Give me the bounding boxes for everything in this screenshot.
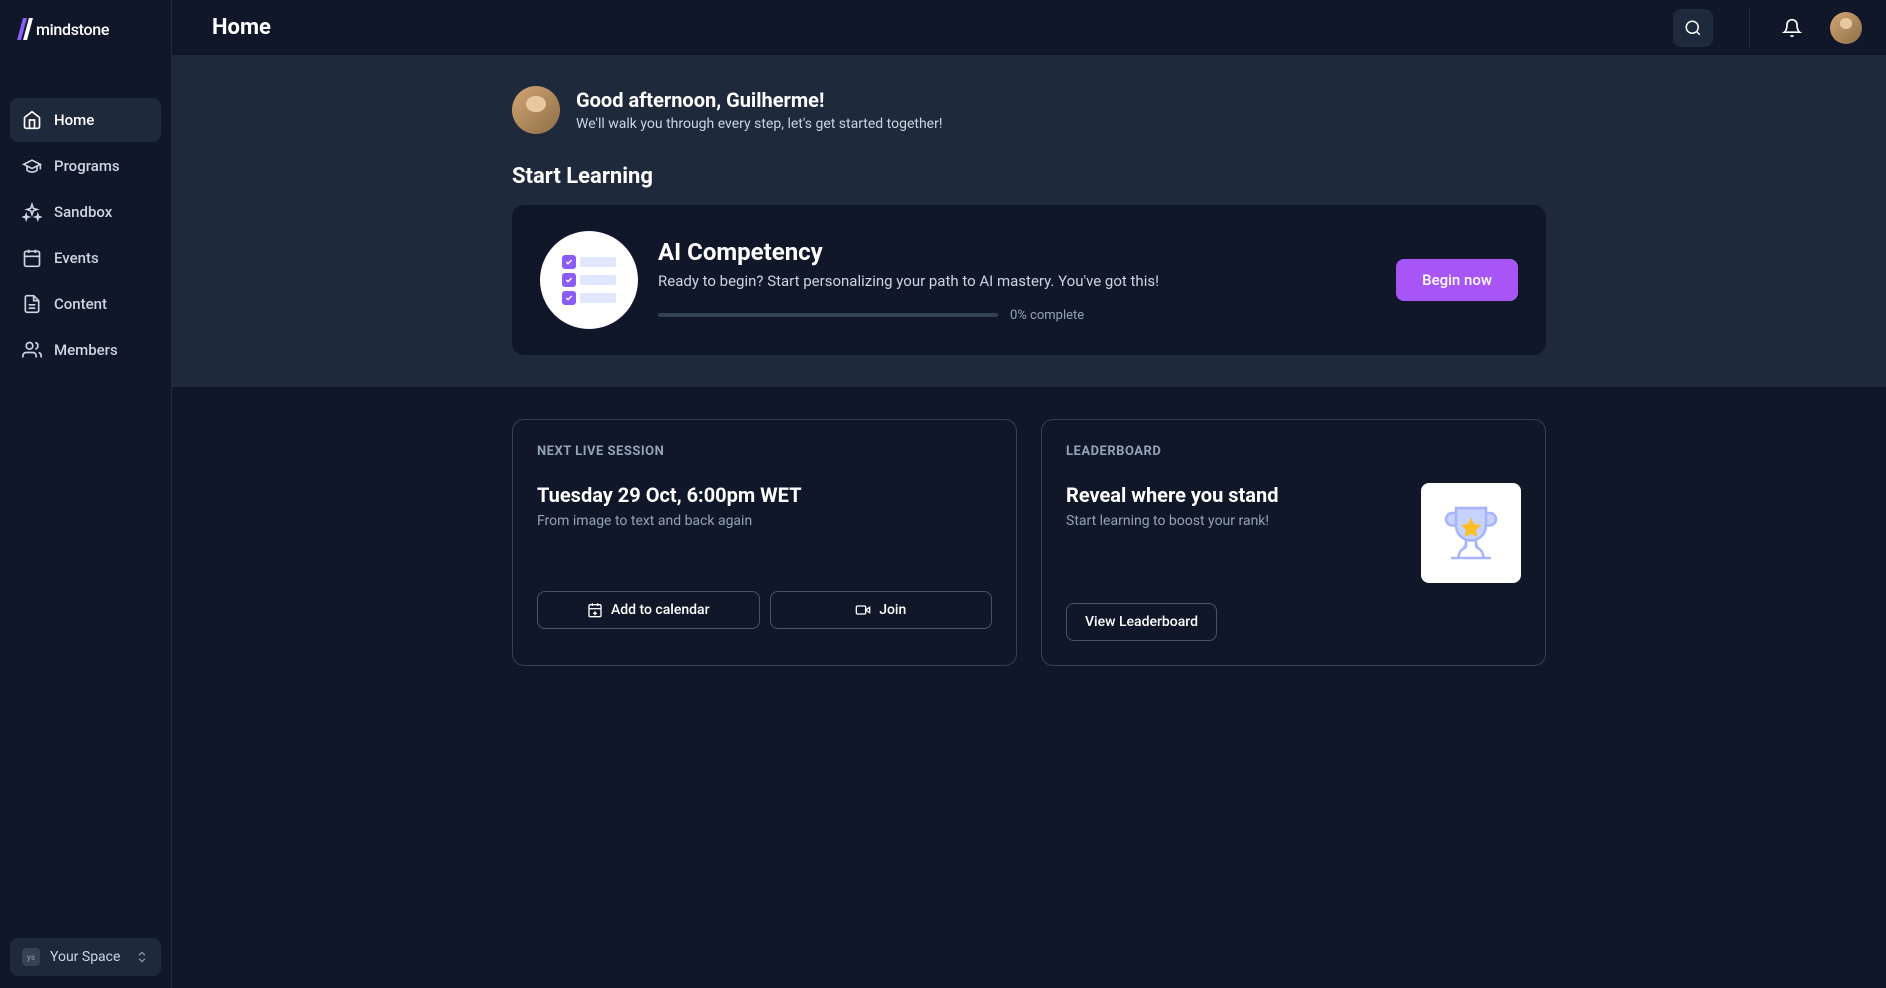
leaderboard-title: Reveal where you stand: [1066, 483, 1278, 507]
cards-section: NEXT LIVE SESSION Tuesday 29 Oct, 6:00pm…: [172, 387, 1886, 698]
main-content: Home: [172, 0, 1886, 988]
trophy-badge: [1421, 483, 1521, 583]
sidebar-item-programs[interactable]: Programs: [10, 144, 161, 188]
trophy-icon: [1441, 503, 1501, 563]
calendar-plus-icon: [587, 602, 603, 618]
add-calendar-label: Add to calendar: [611, 602, 710, 618]
sidebar-item-label: Events: [54, 249, 99, 267]
sidebar-item-label: Programs: [54, 157, 120, 175]
session-description: From image to text and back again: [537, 513, 992, 529]
competency-description: Ready to begin? Start personalizing your…: [658, 272, 1376, 290]
session-label: NEXT LIVE SESSION: [537, 444, 992, 459]
session-card: NEXT LIVE SESSION Tuesday 29 Oct, 6:00pm…: [512, 419, 1017, 666]
space-badge: ys: [22, 948, 40, 966]
begin-button[interactable]: Begin now: [1396, 259, 1518, 301]
sidebar-item-content[interactable]: Content: [10, 282, 161, 326]
hero-section: Good afternoon, Guilherme! We'll walk yo…: [172, 56, 1886, 387]
competency-title: AI Competency: [658, 238, 1376, 266]
sparkles-icon: [22, 202, 42, 222]
space-label: Your Space: [50, 949, 125, 965]
brand-name: mindstone: [36, 20, 109, 39]
search-button[interactable]: [1673, 9, 1713, 47]
join-label: Join: [879, 602, 906, 618]
page-title: Home: [212, 15, 271, 40]
chevron-sort-icon: [135, 950, 149, 964]
search-icon: [1684, 19, 1702, 37]
document-icon: [22, 294, 42, 314]
users-icon: [22, 340, 42, 360]
user-avatar[interactable]: [1830, 12, 1862, 44]
leaderboard-card: LEADERBOARD Reveal where you stand Start…: [1041, 419, 1546, 666]
sidebar-item-label: Content: [54, 295, 107, 313]
session-title: Tuesday 29 Oct, 6:00pm WET: [537, 483, 992, 507]
sidebar: mindstone Home Programs Sandbox: [0, 0, 172, 988]
main-nav: Home Programs Sandbox Events: [0, 58, 171, 382]
greeting-subtitle: We'll walk you through every step, let's…: [576, 116, 942, 132]
home-icon: [22, 110, 42, 130]
calendar-icon: [22, 248, 42, 268]
add-to-calendar-button[interactable]: Add to calendar: [537, 591, 760, 629]
sidebar-item-label: Home: [54, 111, 94, 129]
header-actions: [1673, 8, 1862, 48]
greeting: Good afternoon, Guilherme! We'll walk yo…: [512, 86, 1546, 134]
join-button[interactable]: Join: [770, 591, 993, 629]
section-title: Start Learning: [512, 164, 1546, 189]
logo-icon: [20, 18, 30, 40]
space-selector[interactable]: ys Your Space: [10, 938, 161, 976]
sidebar-item-sandbox[interactable]: Sandbox: [10, 190, 161, 234]
video-icon: [855, 602, 871, 618]
progress-label: 0% complete: [1010, 308, 1084, 323]
notifications-button[interactable]: [1776, 12, 1808, 44]
greeting-title: Good afternoon, Guilherme!: [576, 88, 942, 112]
greeting-avatar: [512, 86, 560, 134]
leaderboard-label: LEADERBOARD: [1066, 444, 1521, 459]
sidebar-item-label: Members: [54, 341, 118, 359]
sidebar-item-members[interactable]: Members: [10, 328, 161, 372]
graduation-icon: [22, 156, 42, 176]
content-area: Good afternoon, Guilherme! We'll walk yo…: [172, 56, 1886, 988]
bell-icon: [1782, 18, 1802, 38]
sidebar-item-home[interactable]: Home: [10, 98, 161, 142]
sidebar-item-label: Sandbox: [54, 203, 112, 221]
competency-icon: [540, 231, 638, 329]
competency-card: AI Competency Ready to begin? Start pers…: [512, 205, 1546, 355]
brand-logo[interactable]: mindstone: [0, 0, 171, 58]
view-leaderboard-button[interactable]: View Leaderboard: [1066, 603, 1217, 641]
header: Home: [172, 0, 1886, 56]
sidebar-item-events[interactable]: Events: [10, 236, 161, 280]
leaderboard-description: Start learning to boost your rank!: [1066, 513, 1278, 529]
progress-bar: [658, 313, 998, 317]
divider: [1749, 8, 1750, 48]
